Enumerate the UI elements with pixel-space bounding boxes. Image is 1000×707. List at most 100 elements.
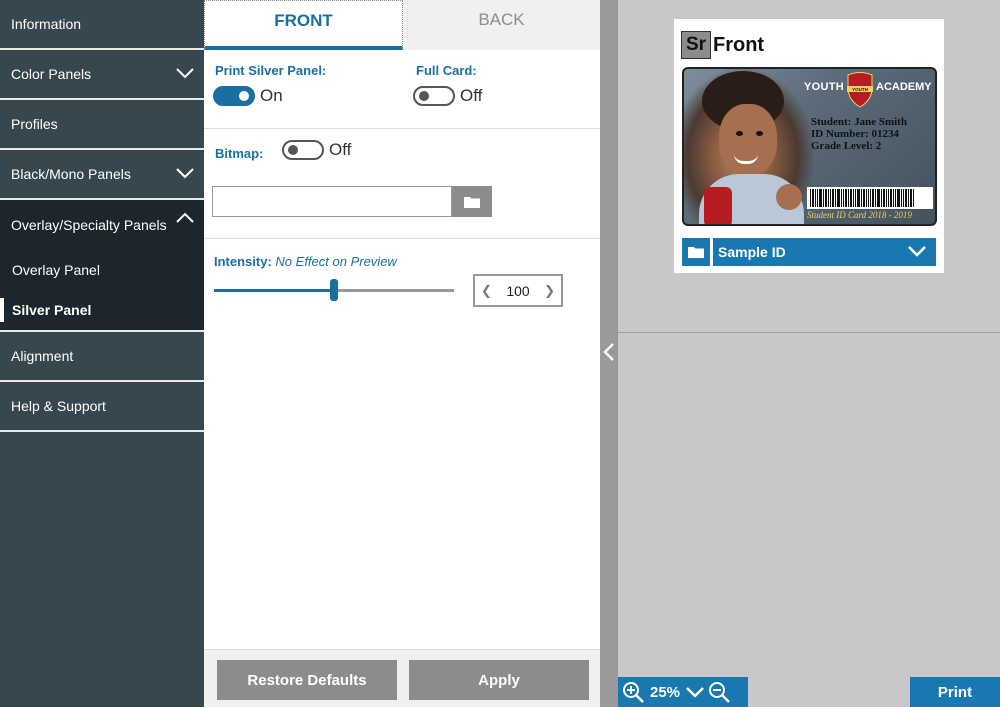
nav-black-mono-panels[interactable]: Black/Mono Panels: [0, 150, 204, 200]
restore-defaults-button[interactable]: Restore Defaults: [217, 660, 397, 700]
browse-button[interactable]: [452, 186, 492, 217]
nav-label: Information: [11, 16, 82, 32]
barcode-bar: [897, 189, 900, 207]
nav-profiles[interactable]: Profiles: [0, 100, 204, 150]
card-youth-text: YOUTH: [804, 81, 844, 93]
nav-label: Black/Mono Panels: [11, 166, 131, 182]
barcode-bar: [883, 189, 885, 207]
preview-area: Sr Front YOUTH YOUTH ACADEMY Student: Ja…: [618, 0, 1000, 707]
nav-overlay-specialty-panels[interactable]: Overlay/Specialty Panels: [0, 200, 204, 250]
intensity-value: 100: [506, 282, 530, 299]
barcode: [807, 187, 933, 209]
full-card-label: Full Card:: [416, 63, 477, 78]
barcode-bar: [830, 189, 831, 207]
card-preview-header: Sr Front: [681, 31, 764, 59]
print-silver-toggle-group: On: [213, 86, 283, 106]
photo-face: [719, 104, 777, 176]
full-card-toggle-group: Off: [413, 86, 482, 106]
id-card-image: YOUTH YOUTH ACADEMY Student: Jane Smith …: [682, 67, 937, 226]
barcode-bar: [870, 189, 871, 207]
bitmap-path-input[interactable]: [212, 186, 452, 217]
barcode-bar: [888, 189, 889, 207]
barcode-bar: [850, 189, 852, 207]
tab-back[interactable]: BACK: [403, 0, 600, 50]
full-card-toggle[interactable]: [413, 86, 455, 106]
barcode-bar: [868, 189, 869, 207]
barcode-bar: [886, 189, 887, 207]
nav-information[interactable]: Information: [0, 0, 204, 50]
intensity-stepper[interactable]: ❮ 100 ❯: [473, 274, 563, 307]
barcode-bar: [828, 189, 829, 207]
panel-footer: Restore Defaults Apply: [204, 649, 600, 707]
intensity-slider-fill: [214, 289, 334, 292]
barcode-bar: [895, 189, 896, 207]
chevron-down-icon: [908, 246, 926, 257]
panel-collapse-bar[interactable]: [600, 0, 618, 707]
chevron-down-icon: [176, 68, 194, 79]
bitmap-state: Off: [329, 140, 352, 159]
apply-button[interactable]: Apply: [409, 660, 589, 700]
zoom-in-icon[interactable]: [622, 681, 644, 703]
zoom-out-icon[interactable]: [708, 681, 730, 703]
subnav-label: Overlay Panel: [12, 262, 100, 278]
card-template-select: Sample ID: [682, 238, 936, 266]
shield-icon: YOUTH: [847, 72, 873, 108]
intensity-note: No Effect on Preview: [275, 254, 397, 269]
barcode-bar: [817, 189, 818, 207]
nav-color-panels[interactable]: Color Panels: [0, 50, 204, 100]
print-silver-label: Print Silver Panel:: [215, 63, 327, 78]
barcode-bar: [905, 189, 907, 207]
barcode-bar: [893, 189, 894, 207]
barcode-bar: [855, 189, 856, 207]
barcode-bar: [848, 189, 849, 207]
divider-line: [618, 332, 1000, 333]
subnav-overlay-panel[interactable]: Overlay Panel: [0, 250, 204, 290]
chevron-left-icon[interactable]: ❮: [481, 283, 492, 299]
barcode-bar: [812, 189, 814, 207]
bitmap-toggle[interactable]: [282, 140, 324, 160]
nav-alignment[interactable]: Alignment: [0, 332, 204, 382]
nav-help-support[interactable]: Help & Support: [0, 382, 204, 432]
card-academy-text: ACADEMY: [876, 81, 932, 93]
photo-fist: [776, 184, 802, 210]
subnav-silver-panel[interactable]: Silver Panel: [0, 290, 204, 330]
barcode-bar: [863, 189, 865, 207]
barcode-bar: [903, 189, 904, 207]
barcode-bar: [872, 189, 874, 207]
barcode-bar: [845, 189, 847, 207]
nav-label: Color Panels: [11, 66, 92, 82]
barcode-bar: [832, 189, 834, 207]
photo-eye: [736, 131, 743, 136]
chevron-down-icon[interactable]: [686, 686, 704, 698]
bitmap-section: Bitmap: Off: [204, 129, 600, 239]
card-grade: Grade Level: 2: [811, 140, 882, 152]
chevron-up-icon: [176, 212, 194, 223]
intensity-slider[interactable]: [214, 279, 454, 301]
barcode-bar: [837, 189, 840, 207]
card-template-value: Sample ID: [718, 244, 786, 260]
card-template-dropdown[interactable]: Sample ID: [713, 238, 936, 266]
barcode-bar: [913, 189, 914, 207]
barcode-bar: [908, 189, 909, 207]
print-silver-state: On: [260, 86, 283, 105]
barcode-bar: [819, 189, 822, 207]
barcode-bar: [843, 189, 844, 207]
print-silver-toggle[interactable]: [213, 86, 255, 106]
toggle-knob: [419, 91, 429, 101]
silver-badge: Sr: [681, 31, 711, 59]
card-info: Student: Jane Smith ID Number: 01234 Gra…: [811, 116, 907, 152]
print-button[interactable]: Print: [910, 677, 1000, 707]
intensity-slider-thumb[interactable]: [330, 279, 338, 301]
barcode-bar: [877, 189, 880, 207]
tab-front[interactable]: FRONT: [204, 0, 403, 50]
bitmap-toggle-group: Off: [282, 140, 351, 160]
barcode-bar: [866, 189, 867, 207]
folder-icon: [688, 247, 704, 258]
card-preview: Sr Front YOUTH YOUTH ACADEMY Student: Ja…: [674, 19, 944, 273]
open-folder-button[interactable]: [682, 238, 710, 266]
chevron-left-icon: [603, 343, 614, 361]
photo-backpack-strap: [704, 187, 732, 224]
chevron-right-icon[interactable]: ❯: [544, 283, 555, 299]
subnav-overlay: Overlay Panel Silver Panel: [0, 250, 204, 332]
barcode-bar: [841, 189, 842, 207]
